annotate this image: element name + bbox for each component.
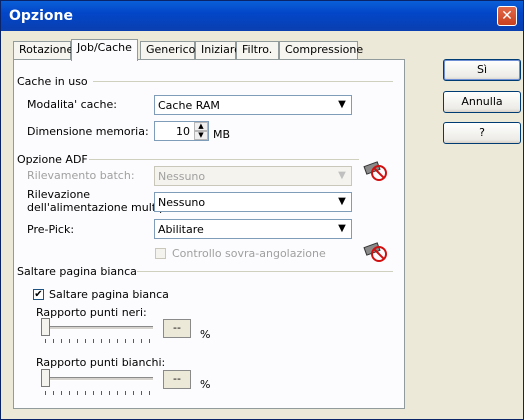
- memory-unit-label: MB: [213, 128, 231, 141]
- cache-mode-select[interactable]: Cache RAM ▼: [154, 95, 352, 115]
- white-ratio-ticks: [45, 391, 153, 397]
- tab-filtro[interactable]: Filtro.: [236, 41, 279, 59]
- close-button[interactable]: ✕: [497, 6, 517, 26]
- chevron-down-icon[interactable]: ▼: [334, 221, 350, 237]
- prepick-value: Abilitare: [158, 223, 204, 236]
- black-ratio-ticks: [45, 339, 153, 345]
- chevron-down-icon[interactable]: ▼: [334, 97, 350, 113]
- multifeed-select[interactable]: Nessuno ▼: [154, 192, 352, 212]
- memory-size-stepper[interactable]: 10 ▲ ▼: [154, 121, 209, 141]
- black-ratio-percent: %: [200, 328, 211, 341]
- white-ratio-slider[interactable]: [41, 377, 153, 381]
- cache-mode-label: Modalita' cache:: [27, 98, 117, 111]
- ok-button[interactable]: Sì: [443, 59, 521, 81]
- batch-detection-value: Nessuno: [158, 170, 206, 183]
- skip-blank-label: Saltare pagina bianca: [49, 288, 169, 301]
- batch-detection-label: Rilevamento batch:: [27, 169, 135, 182]
- no-feed-icon: [363, 242, 387, 262]
- tab-job-cache[interactable]: Job/Cache: [71, 39, 138, 61]
- prepick-label: Pre-Pick:: [27, 223, 75, 236]
- blank-page-group-divider: [137, 271, 393, 272]
- adf-group-divider: [89, 159, 359, 160]
- black-ratio-slider[interactable]: [41, 326, 153, 330]
- no-feed-icon: [363, 161, 387, 181]
- memory-size-label: Dimensione memoria:: [27, 125, 149, 138]
- prepick-select[interactable]: Abilitare ▼: [154, 219, 352, 239]
- skip-blank-checkbox[interactable]: ✔: [33, 289, 44, 300]
- batch-detection-select[interactable]: Nessuno ▼: [154, 166, 352, 186]
- black-ratio-value: --: [163, 319, 191, 338]
- white-ratio-value: --: [163, 370, 191, 389]
- adf-group-title: Opzione ADF: [17, 153, 88, 166]
- cache-group-divider: [93, 81, 393, 82]
- black-ratio-label: Rapporto punti neri:: [36, 306, 147, 319]
- multifeed-label-line1: Rilevazione: [27, 188, 91, 201]
- cache-mode-value: Cache RAM: [158, 99, 220, 112]
- tab-generico[interactable]: Generico: [140, 41, 195, 59]
- window-title: Opzione: [9, 8, 73, 24]
- help-button[interactable]: ?: [443, 122, 521, 144]
- chevron-down-icon[interactable]: ▼: [334, 194, 350, 210]
- spin-down-icon[interactable]: ▼: [194, 131, 208, 140]
- tab-rotazione[interactable]: Rotazione: [13, 41, 73, 59]
- tab-iniziare[interactable]: Iniziare: [195, 41, 241, 59]
- title-bar[interactable]: Opzione ✕: [1, 1, 523, 31]
- cache-group-title: Cache in uso: [17, 75, 88, 88]
- white-ratio-slider-thumb[interactable]: [41, 369, 50, 387]
- spin-up-icon[interactable]: ▲: [194, 122, 208, 131]
- options-dialog: Opzione ✕ Rotazione Job/Cache Generico I…: [0, 0, 524, 420]
- checkmark-icon: ✔: [34, 289, 43, 300]
- blank-page-group-title: Saltare pagina bianca: [17, 265, 137, 278]
- memory-size-value: 10: [176, 125, 190, 138]
- tab-compressione[interactable]: Compressione: [279, 41, 363, 59]
- cancel-button[interactable]: Annulla: [443, 91, 521, 113]
- overangle-label: Controllo sovra-angolazione: [172, 247, 326, 260]
- white-ratio-label: Rapporto punti bianchi:: [36, 356, 166, 369]
- black-ratio-slider-thumb[interactable]: [41, 318, 50, 336]
- close-icon: ✕: [501, 8, 513, 24]
- chevron-down-icon[interactable]: ▼: [334, 168, 350, 184]
- overangle-checkbox[interactable]: [155, 248, 166, 259]
- white-ratio-percent: %: [200, 378, 211, 391]
- multifeed-value: Nessuno: [158, 196, 206, 209]
